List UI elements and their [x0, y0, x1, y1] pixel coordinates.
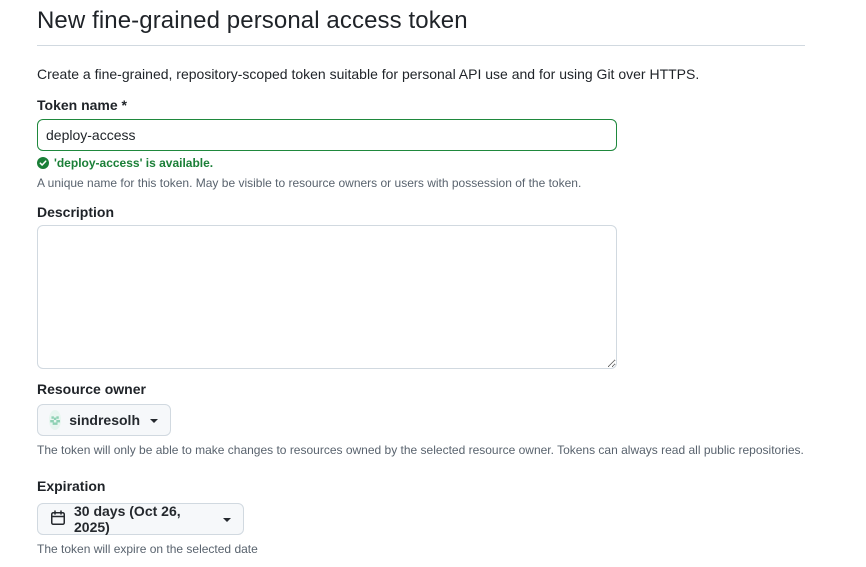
token-name-validation: 'deploy-access' is available. [37, 156, 213, 170]
check-circle-fill-icon [37, 157, 49, 169]
expiration-hint: The token will expire on the selected da… [37, 542, 258, 556]
new-token-form: New fine-grained personal access token C… [0, 0, 866, 567]
expiration-label: Expiration [37, 478, 106, 494]
token-name-hint: A unique name for this token. May be vis… [37, 176, 582, 190]
calendar-icon [50, 509, 66, 529]
page-intro: Create a fine-grained, repository-scoped… [37, 66, 700, 82]
triangle-down-icon [223, 518, 231, 522]
resource-owner-value: sindresolh [69, 412, 140, 428]
token-name-label: Token name * [37, 97, 127, 113]
token-name-input[interactable] [37, 119, 617, 151]
resource-owner-hint: The token will only be able to make chan… [37, 443, 804, 457]
validation-text: 'deploy-access' is available. [54, 156, 214, 170]
expiration-value: 30 days (Oct 26, 2025) [74, 503, 181, 535]
triangle-down-icon [150, 419, 158, 423]
resource-owner-label: Resource owner [37, 381, 146, 397]
avatar [49, 410, 62, 430]
expiration-dropdown[interactable]: 30 days (Oct 26, 2025) [37, 503, 244, 535]
page-title: New fine-grained personal access token [37, 7, 468, 34]
title-divider [37, 45, 805, 46]
description-textarea[interactable] [37, 225, 617, 369]
description-label: Description [37, 204, 115, 220]
resource-owner-dropdown[interactable]: sindresolh [37, 404, 171, 436]
